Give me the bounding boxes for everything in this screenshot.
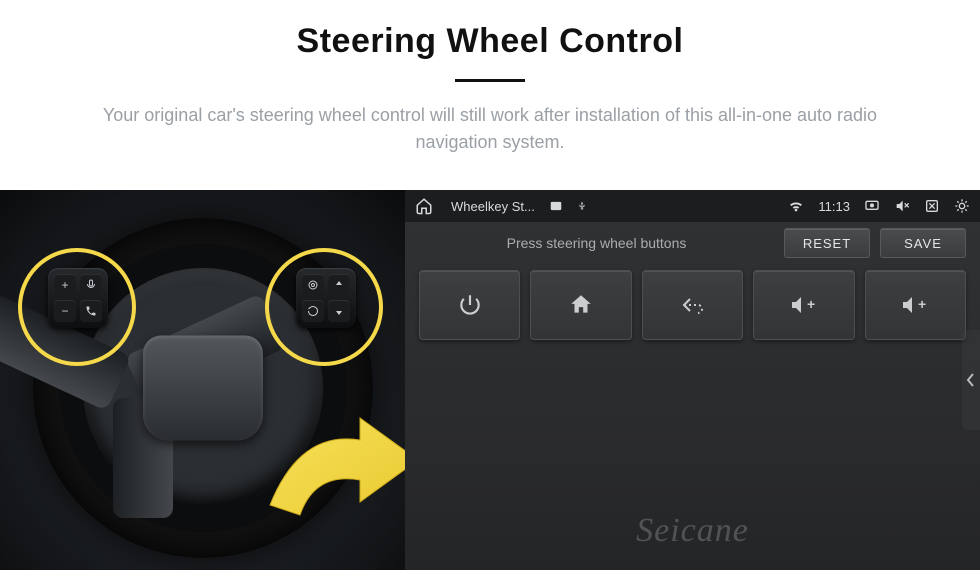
wheel-btn-voice[interactable] xyxy=(80,274,102,296)
status-bar: Wheelkey St... 11:13 xyxy=(405,190,980,222)
wheel-btn-cycle[interactable] xyxy=(302,300,324,322)
cast-icon[interactable] xyxy=(864,198,880,214)
wheel-right-button-cluster xyxy=(296,268,356,328)
wheel-left-button-cluster: + − xyxy=(48,268,108,328)
app-title: Wheelkey St... xyxy=(451,199,535,214)
wheel-btn-volume-up[interactable]: + xyxy=(54,274,76,296)
brand-watermark: Seicane xyxy=(636,512,749,550)
reset-button[interactable]: RESET xyxy=(784,228,870,258)
picture-icon xyxy=(549,199,563,213)
close-icon[interactable] xyxy=(924,198,940,214)
svg-text:+: + xyxy=(807,296,815,312)
steering-wheel-photo: + − xyxy=(0,190,405,570)
content-stage: + − xyxy=(0,190,980,570)
title-divider xyxy=(455,79,525,82)
wifi-icon xyxy=(788,198,804,214)
hero-header: Steering Wheel Control Your original car… xyxy=(0,0,980,156)
mute-icon[interactable] xyxy=(894,198,910,214)
svg-text:+: + xyxy=(918,296,926,312)
function-tile-row: + + xyxy=(405,264,980,340)
page-title: Steering Wheel Control xyxy=(0,22,980,61)
wheel-hub xyxy=(143,335,263,440)
sub-toolbar: Press steering wheel buttons RESET SAVE xyxy=(405,222,980,264)
brightness-icon[interactable] xyxy=(954,198,970,214)
usb-icon xyxy=(577,199,587,213)
head-unit-screen: Wheelkey St... 11:13 xyxy=(405,190,980,570)
drawer-handle[interactable] xyxy=(962,330,980,430)
wheel-btn-nav-down[interactable] xyxy=(328,300,350,322)
tile-volume-up-a[interactable]: + xyxy=(753,270,854,340)
prompt-text: Press steering wheel buttons xyxy=(419,235,774,251)
wheel-btn-radio[interactable] xyxy=(302,274,324,296)
page-subtitle: Your original car's steering wheel contr… xyxy=(50,102,930,156)
wheel-btn-phone[interactable] xyxy=(80,300,102,322)
home-icon[interactable] xyxy=(415,197,433,215)
save-button[interactable]: SAVE xyxy=(880,228,966,258)
tile-back[interactable] xyxy=(642,270,743,340)
tile-volume-up-b[interactable]: + xyxy=(865,270,966,340)
clock: 11:13 xyxy=(818,199,850,214)
tile-home[interactable] xyxy=(530,270,631,340)
wheel-btn-volume-down[interactable]: − xyxy=(54,300,76,322)
tile-power[interactable] xyxy=(419,270,520,340)
wheel-btn-nav-up[interactable] xyxy=(328,274,350,296)
